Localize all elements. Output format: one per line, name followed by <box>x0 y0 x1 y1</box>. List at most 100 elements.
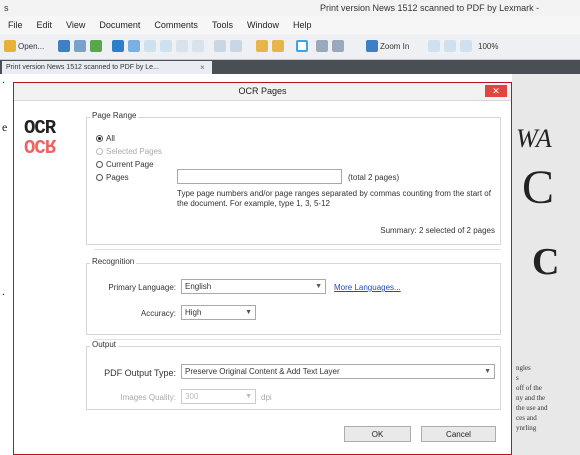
radio-selected-pages[interactable] <box>96 148 103 155</box>
output-label: Output <box>90 340 119 349</box>
primary-language-select[interactable]: English ▼ <box>181 279 326 294</box>
pdf-output-type-select[interactable]: Preserve Original Content & Add Text Lay… <box>181 364 495 379</box>
document-page-left: . e . <box>0 72 14 455</box>
tab-close-icon[interactable]: × <box>200 61 205 74</box>
document-page-right: WA C C ngles s off of the ny and the the… <box>512 74 580 455</box>
zoom-in-icon[interactable] <box>366 40 378 52</box>
hand-icon[interactable] <box>128 40 140 52</box>
window-titlebar: s Print version News 1512 scanned to PDF… <box>0 0 580 16</box>
dialog-title: OCR Pages <box>238 86 287 96</box>
actual-size-icon[interactable] <box>460 40 472 52</box>
snapshot-icon[interactable] <box>144 40 156 52</box>
redo-icon[interactable] <box>230 40 242 52</box>
ok-button[interactable]: OK <box>344 426 411 442</box>
doc-left-char: e <box>2 120 8 134</box>
document-tab-bar: Print version News 1512 scanned to PDF b… <box>0 60 580 74</box>
print-icon[interactable] <box>74 40 86 52</box>
pages-input[interactable] <box>177 169 342 184</box>
cancel-button[interactable]: Cancel <box>421 426 496 442</box>
primary-language-value: English <box>185 282 212 291</box>
radio-all[interactable] <box>96 135 103 142</box>
chevron-down-icon: ▼ <box>484 368 491 375</box>
radio-selected-pages-label: Selected Pages <box>106 147 163 156</box>
document-tab[interactable]: Print version News 1512 scanned to PDF b… <box>2 61 212 74</box>
images-quality-select[interactable]: 300 ▼ <box>181 389 256 404</box>
page-range-label: Page Range <box>90 111 139 120</box>
dialog-titlebar: OCR Pages ✕ <box>14 83 511 101</box>
recognition-label: Recognition <box>90 257 137 266</box>
images-quality-label: Images Quality: <box>120 393 176 402</box>
doc-heading-fragment: C <box>532 241 560 283</box>
doc-heading-fragment: C <box>522 161 555 214</box>
radio-pages[interactable] <box>96 174 103 181</box>
images-quality-unit: dpi <box>261 393 272 402</box>
fit-width-icon[interactable] <box>444 40 456 52</box>
open-folder-icon[interactable] <box>4 40 16 52</box>
window-title-left: s <box>4 3 9 13</box>
radio-all-label: All <box>106 134 115 143</box>
ocr-logo-reflection: OCR <box>24 134 56 156</box>
separator <box>94 339 501 340</box>
email-icon[interactable] <box>90 40 102 52</box>
menu-tools[interactable]: Tools <box>212 20 233 30</box>
ocr-pages-dialog: OCR Pages ✕ OCR OCR Page Range All Selec… <box>13 82 512 455</box>
doc-text-line: s <box>516 374 519 382</box>
menu-edit[interactable]: Edit <box>37 20 53 30</box>
images-quality-value: 300 <box>185 392 199 401</box>
doc-text-line: ces and <box>516 414 537 422</box>
window-title: Print version News 1512 scanned to PDF b… <box>320 3 540 13</box>
fit-page-icon[interactable] <box>428 40 440 52</box>
menu-view[interactable]: View <box>66 20 85 30</box>
toolbar: Open... Zoom In 100% <box>0 34 580 60</box>
menu-document[interactable]: Document <box>99 20 140 30</box>
menu-help[interactable]: Help <box>293 20 312 30</box>
doc-text-line: the use and <box>516 404 548 412</box>
menu-window[interactable]: Window <box>247 20 279 30</box>
grid-icon[interactable] <box>316 40 328 52</box>
radio-current-page-label: Current Page <box>106 160 154 169</box>
next-page-icon[interactable] <box>192 40 204 52</box>
menu-file[interactable]: File <box>8 20 23 30</box>
pdf-output-type-value: Preserve Original Content & Add Text Lay… <box>185 367 340 376</box>
ocr-logo: OCR OCR <box>24 117 64 157</box>
doc-text-line: ngles <box>516 364 531 372</box>
open-button-label[interactable]: Open... <box>18 42 44 51</box>
rotate-right-icon[interactable] <box>272 40 284 52</box>
doc-text-line: ynrling <box>516 424 537 432</box>
recognition-group <box>86 263 501 335</box>
doc-heading-fragment: WA <box>516 124 552 153</box>
total-pages-text: (total 2 pages) <box>348 173 400 182</box>
chevron-down-icon: ▼ <box>245 393 252 400</box>
accuracy-label: Accuracy: <box>140 309 176 318</box>
rotate-left-icon[interactable] <box>256 40 268 52</box>
columns-icon[interactable] <box>332 40 344 52</box>
zoom-in-label[interactable]: Zoom In <box>380 42 409 51</box>
chevron-down-icon: ▼ <box>245 309 252 316</box>
pages-help-text: Type page numbers and/or page ranges sep… <box>177 189 491 208</box>
chevron-down-icon: ▼ <box>315 283 322 290</box>
zoom-percent[interactable]: 100% <box>478 42 498 51</box>
select-icon[interactable] <box>160 40 172 52</box>
radio-pages-label: Pages <box>106 173 129 182</box>
pdf-output-type-label: PDF Output Type: <box>104 368 176 378</box>
accuracy-value: High <box>185 308 202 317</box>
separator <box>94 249 501 250</box>
document-tab-label: Print version News 1512 scanned to PDF b… <box>6 64 159 71</box>
accuracy-select[interactable]: High ▼ <box>181 305 256 320</box>
cursor-icon[interactable] <box>112 40 124 52</box>
primary-language-label: Primary Language: <box>108 283 176 292</box>
dialog-close-icon[interactable]: ✕ <box>485 85 507 97</box>
radio-current-page[interactable] <box>96 161 103 168</box>
doc-text-line: off of the <box>516 384 542 392</box>
page-range-summary: Summary: 2 selected of 2 pages <box>380 226 495 235</box>
prev-page-icon[interactable] <box>176 40 188 52</box>
save-icon[interactable] <box>58 40 70 52</box>
undo-icon[interactable] <box>214 40 226 52</box>
menu-bar: File Edit View Document Comments Tools W… <box>0 16 580 34</box>
doc-text-line: ny and the <box>516 394 546 402</box>
text-select-icon[interactable] <box>296 40 308 52</box>
doc-left-char: . <box>2 72 5 86</box>
menu-comments[interactable]: Comments <box>154 20 198 30</box>
more-languages-link[interactable]: More Languages... <box>334 283 401 292</box>
doc-left-char: . <box>2 284 5 298</box>
